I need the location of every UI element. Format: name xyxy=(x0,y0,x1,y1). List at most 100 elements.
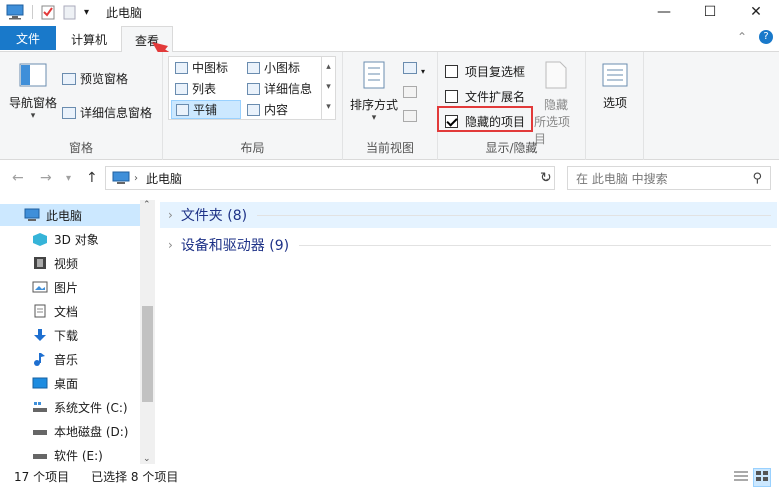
refresh-icon[interactable]: ↻ xyxy=(540,170,552,186)
status-selected-count: 已选择 8 个项目 xyxy=(91,469,179,484)
nav-pane-button[interactable]: 导航窗格 ▾ xyxy=(6,62,60,121)
scroll-up-icon[interactable]: ⌃ xyxy=(143,200,151,210)
nav-item-drive-e[interactable]: 软件 (E:) xyxy=(0,444,140,466)
sort-icon xyxy=(363,61,385,89)
scroll-down-icon[interactable]: ⌄ xyxy=(143,454,151,464)
forward-arrow-icon[interactable]: → xyxy=(40,170,52,186)
recent-locations-icon[interactable]: ▾ xyxy=(66,173,71,184)
group-divider xyxy=(257,214,771,216)
sort-by-button[interactable]: 排序方式 ▾ xyxy=(349,60,399,123)
layout-content[interactable]: 内容 xyxy=(243,100,319,119)
sort-by-label: 排序方式 xyxy=(349,98,398,112)
nav-item-3d-objects[interactable]: 3D 对象 xyxy=(0,228,140,250)
ribbon-controls: ⌃ ? xyxy=(737,30,773,44)
layout-gallery-scroll[interactable]: ▴ ▾ ▾ xyxy=(321,57,335,119)
group-panes: 导航窗格 ▾ 预览窗格 详细信息窗格 窗格 xyxy=(0,52,163,160)
properties-icon[interactable] xyxy=(40,3,56,21)
details-pane-button[interactable]: 详细信息窗格 xyxy=(62,104,152,121)
nav-item-desktop[interactable]: 桌面 xyxy=(0,372,140,394)
nav-item-label: 音乐 xyxy=(54,352,79,367)
nav-item-drive-c[interactable]: 系统文件 (C:) xyxy=(0,396,140,418)
nav-item-label: 本地磁盘 (D:) xyxy=(54,424,129,439)
tiles-view-icon[interactable] xyxy=(753,468,771,487)
hide-selected-button[interactable]: 隐藏 所选项目 xyxy=(534,60,578,147)
nav-item-documents[interactable]: 文档 xyxy=(0,300,140,322)
preview-pane-label: 预览窗格 xyxy=(80,72,129,86)
nav-pane-icon xyxy=(19,63,47,87)
nav-pane-label: 导航窗格 xyxy=(8,96,57,110)
group-panes-label: 窗格 xyxy=(68,141,93,155)
help-icon[interactable]: ? xyxy=(759,30,773,44)
item-checkboxes-toggle[interactable]: 项目复选框 xyxy=(445,63,525,80)
tab-file[interactable]: 文件 xyxy=(0,26,56,50)
search-input[interactable]: 在 此电脑 中搜索 ⚲ xyxy=(567,166,771,190)
preview-pane-icon xyxy=(62,72,76,85)
search-icon[interactable]: ⚲ xyxy=(752,171,762,186)
layout-item-label: 小图标 xyxy=(264,61,301,75)
breadcrumb-location[interactable]: 此电脑 xyxy=(146,170,182,187)
list-icon xyxy=(175,82,188,95)
file-extensions-checkbox[interactable] xyxy=(445,90,458,103)
back-arrow-icon[interactable]: ← xyxy=(12,170,24,186)
download-icon xyxy=(34,329,46,341)
options-label: 选项 xyxy=(602,96,627,110)
layout-list[interactable]: 列表 xyxy=(171,79,241,98)
small-icons-icon xyxy=(247,61,260,74)
group-by-button[interactable]: ▾ xyxy=(403,62,427,78)
film-icon xyxy=(34,257,46,269)
group-header-label: 设备和驱动器 (9) xyxy=(180,238,290,254)
group-show-hide-label: 显示/隐藏 xyxy=(485,141,538,155)
group-divider xyxy=(299,244,771,246)
file-extensions-toggle[interactable]: 文件扩展名 xyxy=(445,88,525,105)
nav-item-drive-d[interactable]: 本地磁盘 (D:) xyxy=(0,420,140,442)
options-button[interactable]: 选项 xyxy=(592,62,638,111)
chevron-down-icon: ▾ xyxy=(421,67,426,76)
chevron-down-icon: ▾ xyxy=(371,113,377,123)
nav-scrollbar[interactable]: ⌃ ⌄ xyxy=(140,200,155,464)
layout-tiles[interactable]: 平铺 xyxy=(171,100,241,119)
tab-computer[interactable]: 计算机 xyxy=(60,26,118,52)
breadcrumb-chevron-icon[interactable]: › xyxy=(134,173,138,184)
nav-item-label: 下载 xyxy=(54,328,79,343)
status-bar: 17 个项目 已选择 8 个项目 xyxy=(0,465,779,487)
chevron-right-icon[interactable]: › xyxy=(168,208,173,222)
drive-icon xyxy=(33,454,47,459)
layout-medium-icons[interactable]: 中图标 xyxy=(171,58,241,77)
nav-item-videos[interactable]: 视频 xyxy=(0,252,140,274)
search-placeholder: 在 此电脑 中搜索 xyxy=(576,171,668,186)
close-button[interactable]: ✕ xyxy=(733,0,779,24)
up-arrow-icon[interactable]: ↑ xyxy=(86,170,98,186)
address-bar[interactable]: › 此电脑 ⌄ xyxy=(105,166,555,190)
nav-item-pictures[interactable]: 图片 xyxy=(0,276,140,298)
chevron-right-icon[interactable]: › xyxy=(168,238,173,252)
content-pane: › 文件夹 (8) › 设备和驱动器 (9) xyxy=(158,200,779,464)
nav-item-this-pc[interactable]: 此电脑 xyxy=(0,204,140,226)
details-view-icon[interactable] xyxy=(733,469,749,486)
minimize-button[interactable]: — xyxy=(641,0,687,24)
qa-divider xyxy=(32,5,33,19)
customize-toolbar-icon[interactable]: ▾ xyxy=(84,3,89,21)
collapse-ribbon-icon[interactable]: ⌃ xyxy=(737,30,747,44)
layout-item-label: 中图标 xyxy=(192,61,229,75)
layout-small-icons[interactable]: 小图标 xyxy=(243,58,319,77)
ribbon-tabs: 文件 计算机 查看 ⌃ ? xyxy=(0,24,779,53)
nav-scrollbar-thumb[interactable] xyxy=(142,306,153,402)
group-header-label: 文件夹 (8) xyxy=(180,208,248,224)
nav-item-music[interactable]: 音乐 xyxy=(0,348,140,370)
nav-item-downloads[interactable]: 下载 xyxy=(0,324,140,346)
item-checkboxes-checkbox[interactable] xyxy=(445,65,458,78)
group-header-folders[interactable]: › 文件夹 (8) xyxy=(160,202,777,228)
preview-pane-button[interactable]: 预览窗格 xyxy=(62,70,128,87)
document-icon xyxy=(34,304,46,318)
title-bar: ▾ 此电脑 — ☐ ✕ xyxy=(0,0,779,24)
layout-details[interactable]: 详细信息 xyxy=(243,79,319,98)
status-item-count: 17 个项目 xyxy=(14,469,70,484)
system-drive-icon xyxy=(33,402,47,412)
maximize-button[interactable]: ☐ xyxy=(687,0,733,24)
add-columns-button[interactable] xyxy=(403,86,427,102)
details-pane-icon xyxy=(62,106,76,119)
size-columns-button[interactable] xyxy=(403,110,427,126)
add-columns-icon xyxy=(403,86,417,98)
group-header-devices[interactable]: › 设备和驱动器 (9) xyxy=(160,232,777,258)
new-folder-icon[interactable] xyxy=(62,3,78,21)
